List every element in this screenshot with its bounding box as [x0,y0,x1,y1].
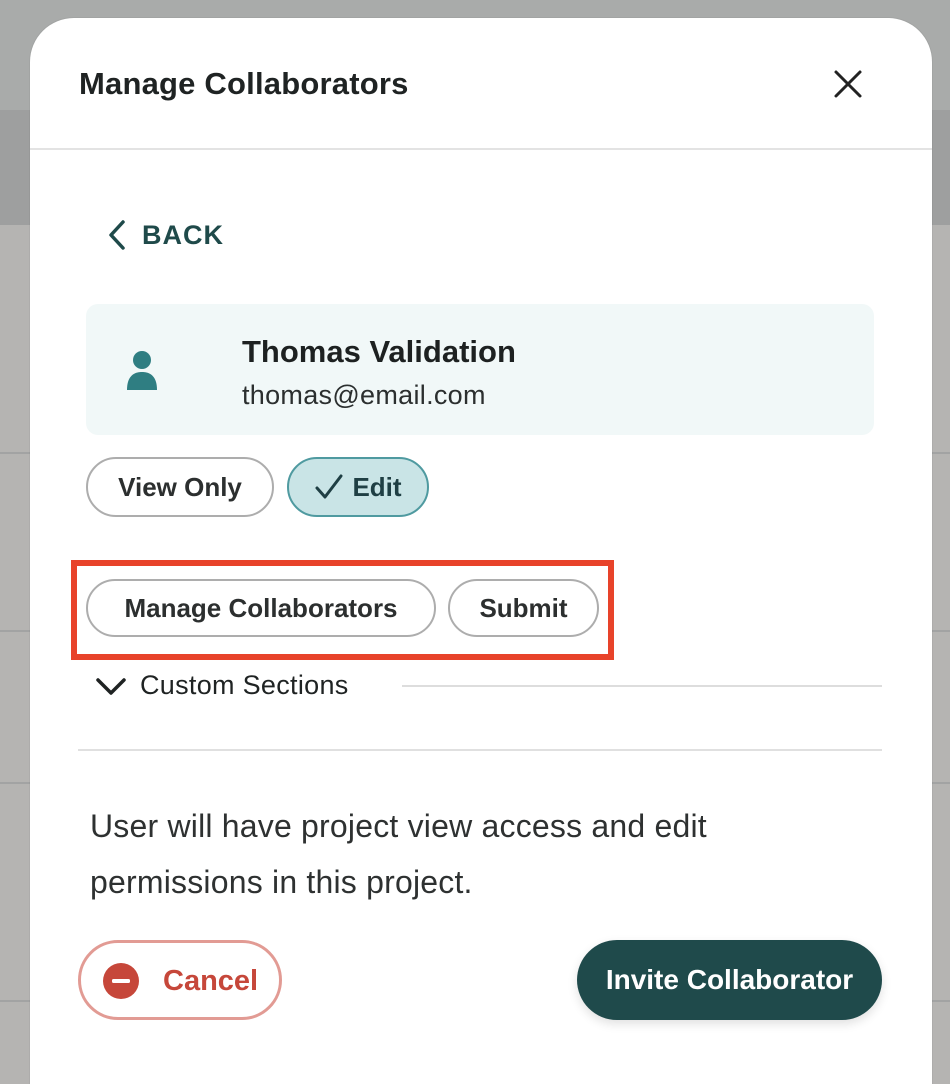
submit-label: Submit [479,592,568,623]
chevron-down-icon [96,677,126,695]
modal-header: Manage Collaborators [30,18,932,150]
custom-sections-divider [402,685,882,687]
collaborator-name: Thomas Validation [242,334,516,369]
cancel-label: Cancel [163,965,259,997]
edit-toggle[interactable]: Edit [287,457,429,517]
permission-description: User will have project view access and e… [90,808,707,900]
manage-collaborators-toggle[interactable]: Manage Collaborators [86,579,436,637]
minus-circle-icon [103,963,139,999]
close-button[interactable] [828,64,868,104]
user-icon [127,351,157,390]
collaborator-email: thomas@email.com [242,380,486,410]
collaborator-card: Thomas Validation thomas@email.com [86,304,874,435]
checkmark-icon [315,474,343,499]
view-only-label: View Only [118,471,242,502]
section-divider [78,749,882,751]
view-only-toggle[interactable]: View Only [86,457,274,517]
manage-collaborators-modal: Manage Collaborators BACK Thomas Validat… [30,18,932,1084]
back-label: BACK [142,219,224,250]
cancel-button[interactable]: Cancel [78,940,282,1020]
submit-toggle[interactable]: Submit [448,579,599,637]
back-button[interactable]: BACK [106,218,224,252]
chevron-left-icon [109,220,125,250]
manage-collaborators-label: Manage Collaborators [124,592,398,623]
close-icon [834,70,862,98]
edit-label: Edit [352,471,402,502]
invite-collaborator-button[interactable]: Invite Collaborator [577,940,882,1020]
custom-sections-label: Custom Sections [140,670,349,700]
custom-sections-toggle[interactable]: Custom Sections [94,670,349,701]
modal-title: Manage Collaborators [79,66,409,101]
